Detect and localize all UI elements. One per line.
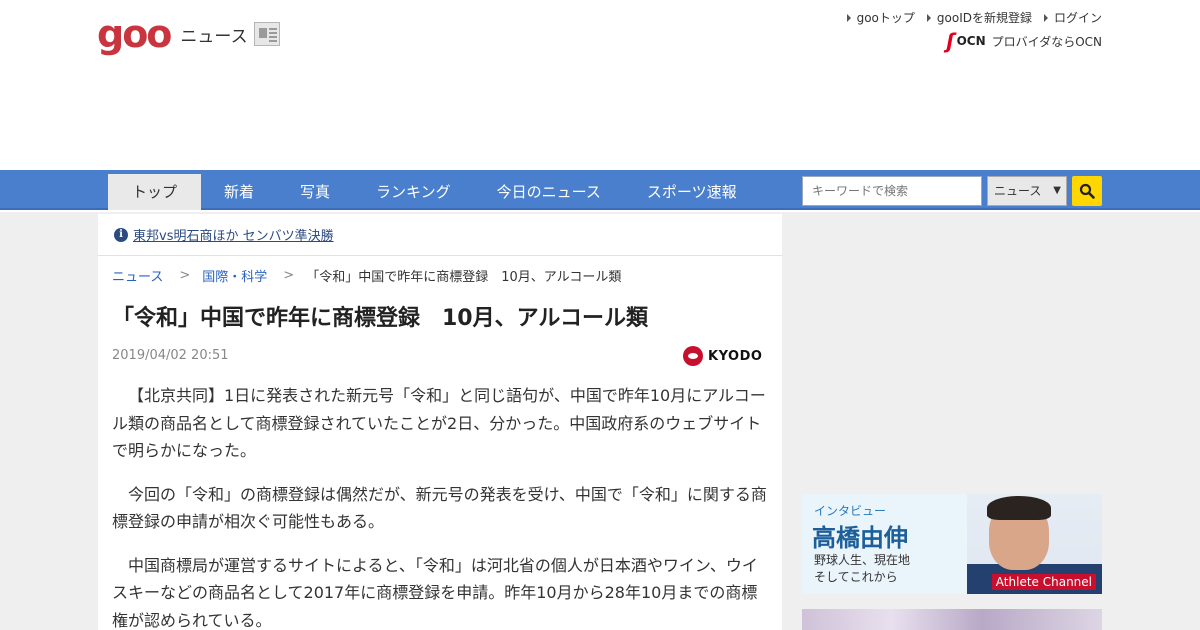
banner-photo-hair xyxy=(987,496,1051,520)
ocn-promo[interactable]: ʃ OCN プロバイダならOCN xyxy=(946,30,1102,52)
ocn-mark-icon: ʃ xyxy=(946,29,955,53)
banner-photo: Athlete Channel xyxy=(967,494,1102,594)
dropdown-arrow-icon: ▼ xyxy=(1053,185,1061,196)
breadcrumb: ニュース > 国際・科学 > 「令和」中国で昨年に商標登録 10月、アルコール類 xyxy=(112,266,621,285)
kyodo-logo-text: KYODO xyxy=(708,348,763,364)
banner-name: 高橋由伸 xyxy=(812,524,908,552)
banner-subtitle-2: そしてこれから xyxy=(814,570,898,584)
kyodo-mark-icon xyxy=(683,346,703,366)
sidebar-interview-banner[interactable]: インタビュー 高橋由伸 野球人生、現在地 そしてこれから Athlete Cha… xyxy=(802,494,1102,594)
triangle-right-icon xyxy=(926,13,931,22)
info-icon: i xyxy=(114,227,128,242)
breadcrumb-separator: > xyxy=(283,268,295,283)
goo-news-logo[interactable]: goo ニュース xyxy=(97,12,280,56)
register-link[interactable]: gooIDを新規登録 xyxy=(926,9,1032,26)
header-links: gooトップ gooIDを新規登録 ログイン xyxy=(846,9,1102,26)
triangle-right-icon xyxy=(1043,13,1048,22)
article-paragraph: 中国商標局が運営するサイトによると、「令和」は河北省の個人が日本酒やワイン、ウイ… xyxy=(112,555,758,630)
login-link[interactable]: ログイン xyxy=(1043,9,1102,26)
banner-tag: インタビュー xyxy=(814,504,887,518)
ocn-logo: ʃ OCN xyxy=(946,30,985,52)
tab-sports[interactable]: スポーツ速報 xyxy=(624,174,760,210)
ocn-logo-text: OCN xyxy=(956,34,986,48)
banner-subtitle: 野球人生、現在地 xyxy=(814,553,911,567)
tab-today-news[interactable]: 今日のニュース xyxy=(474,174,624,210)
site-header: goo ニュース gooトップ gooIDを新規登録 ログイン ʃ OCN プロ… xyxy=(0,0,1200,170)
login-label: ログイン xyxy=(1053,11,1102,25)
goo-top-label: gooトップ xyxy=(856,11,915,25)
search-button[interactable] xyxy=(1072,176,1102,206)
breadcrumb-intl-science[interactable]: 国際・科学 xyxy=(202,266,267,285)
search-scope-select[interactable]: ニュース ▼ xyxy=(987,176,1067,206)
news-section-label[interactable]: ニュース xyxy=(180,22,247,47)
article-paragraph: 【北京共同】1日に発表された新元号「令和」と同じ語句が、中国で昨年10月にアルコ… xyxy=(112,386,766,460)
article-paragraph: 今回の「令和」の商標登録は偶然だが、新元号の発表を受け、中国で「令和」に関する商… xyxy=(112,484,767,532)
breaking-alert: i 東邦vs明石商ほか センバツ準決勝 xyxy=(98,214,782,256)
article-date: 2019/04/02 20:51 xyxy=(112,348,229,363)
breadcrumb-news[interactable]: ニュース xyxy=(112,266,163,285)
article-container: i 東邦vs明石商ほか センバツ準決勝 ニュース > 国際・科学 > 「令和」中… xyxy=(98,214,782,630)
tab-top[interactable]: トップ xyxy=(108,174,202,210)
search-input[interactable] xyxy=(802,176,982,206)
article-title: 「令和」中国で昨年に商標登録 10月、アルコール類 xyxy=(112,306,648,331)
nav-tabs: トップ 新着 写真 ランキング 今日のニュース スポーツ速報 xyxy=(108,174,760,210)
tab-ranking[interactable]: ランキング xyxy=(353,174,474,210)
alert-link[interactable]: 東邦vs明石商ほか センバツ準決勝 xyxy=(133,225,334,244)
triangle-right-icon xyxy=(846,13,851,22)
goo-top-link[interactable]: gooトップ xyxy=(846,9,915,26)
register-label: gooIDを新規登録 xyxy=(936,11,1032,25)
breadcrumb-separator: > xyxy=(179,268,191,283)
breadcrumb-current: 「令和」中国で昨年に商標登録 10月、アルコール類 xyxy=(306,270,622,285)
banner-brand: Athlete Channel xyxy=(991,574,1096,590)
kyodo-logo[interactable]: KYODO xyxy=(683,346,762,366)
search-scope-value: ニュース xyxy=(994,184,1042,198)
main-nav: トップ 新着 写真 ランキング 今日のニュース スポーツ速報 ニュース ▼ xyxy=(0,170,1200,210)
goo-logo[interactable]: goo xyxy=(97,12,172,56)
sidebar-photo-banner[interactable] xyxy=(802,609,1102,630)
search-icon xyxy=(1079,183,1095,199)
tab-new[interactable]: 新着 xyxy=(201,174,277,210)
tab-photos[interactable]: 写真 xyxy=(277,174,353,210)
article-body: 【北京共同】1日に発表された新元号「令和」と同じ語句が、中国で昨年10月にアルコ… xyxy=(112,382,772,630)
ocn-tagline: プロバイダならOCN xyxy=(991,34,1102,49)
newspaper-icon xyxy=(253,22,280,46)
